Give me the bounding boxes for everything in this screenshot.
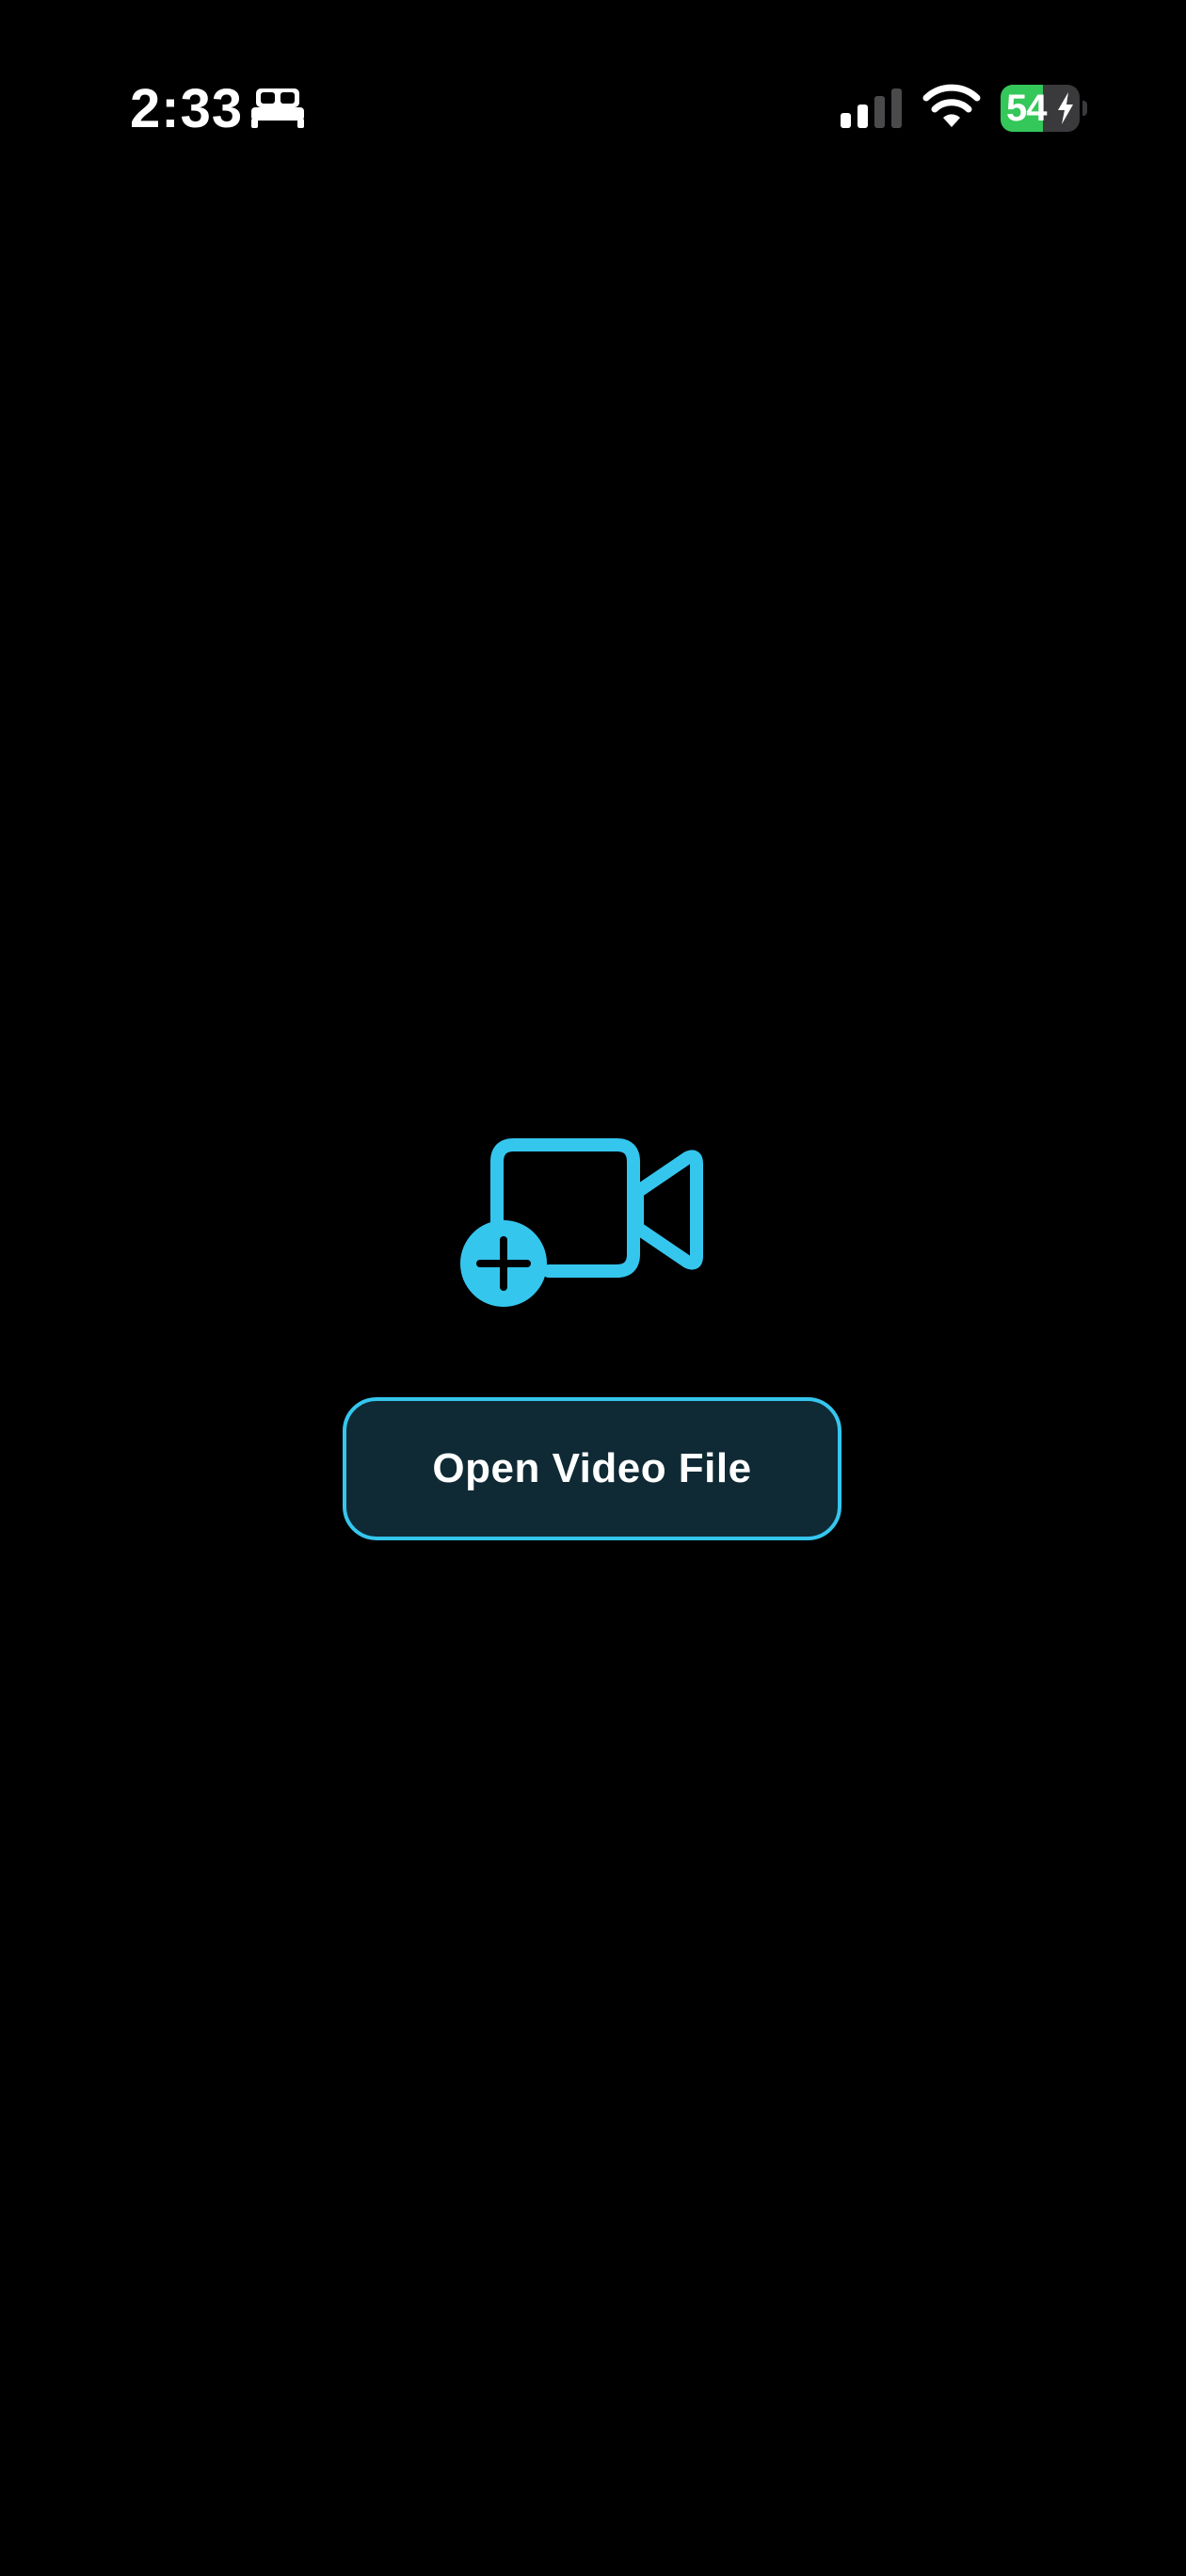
bed-icon: [251, 89, 304, 128]
status-bar: 2:33 54: [0, 0, 1186, 217]
battery-level: 54: [1006, 88, 1047, 129]
video-add-icon: [460, 1138, 703, 1307]
open-video-file-button[interactable]: Open Video File: [343, 1397, 841, 1540]
battery-indicator: 54: [1001, 85, 1087, 132]
wifi-icon: [922, 84, 981, 127]
battery-body: 54: [1001, 85, 1080, 132]
status-time: 2:33: [130, 78, 244, 139]
cellular-signal-icon: [841, 89, 902, 128]
open-video-file-label: Open Video File: [432, 1445, 752, 1491]
battery-cap: [1082, 101, 1087, 116]
charging-bolt-icon: [1058, 92, 1073, 124]
